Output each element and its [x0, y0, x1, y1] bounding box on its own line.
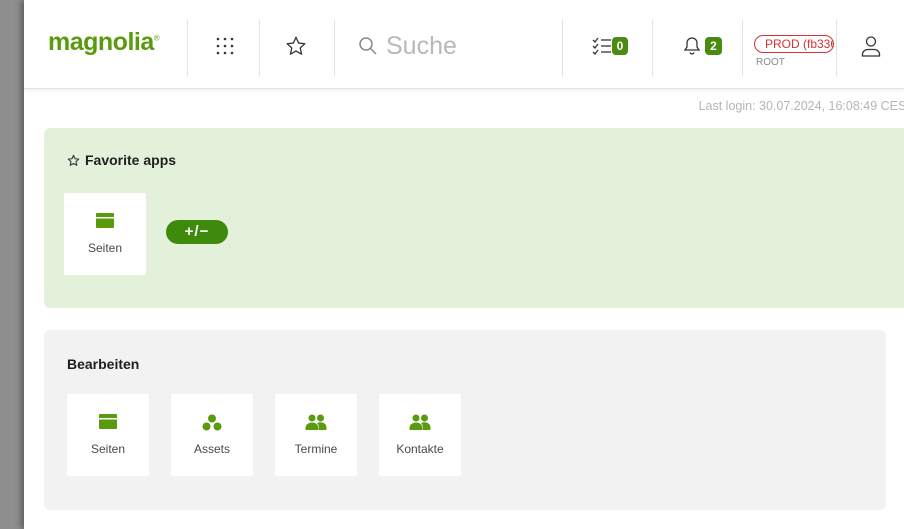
header-divider [334, 20, 335, 76]
user-icon [861, 36, 881, 57]
app-tile-label: Seiten [87, 241, 123, 255]
user-name-label: ROOT [756, 57, 785, 68]
logo-registered-mark: ® [153, 33, 160, 43]
people-icon [379, 414, 461, 434]
checklist-icon [592, 37, 611, 55]
app-launcher-button[interactable] [205, 28, 245, 64]
header-divider [652, 20, 653, 76]
search-box[interactable] [358, 28, 558, 64]
notifications-button[interactable]: 2 [674, 28, 730, 64]
bell-icon [683, 37, 701, 55]
app-tile-kontakte[interactable]: Kontakte [379, 394, 461, 476]
assets-icon [171, 414, 253, 434]
grid-icon [216, 37, 234, 55]
app-tile-termine[interactable]: Termine [275, 394, 357, 476]
tasks-count-badge: 0 [611, 37, 629, 55]
app-tile-label: Termine [294, 442, 338, 456]
header-divider [836, 20, 837, 76]
app-tile-seiten[interactable]: Seiten [67, 394, 149, 476]
star-icon [286, 36, 306, 55]
people-icon [275, 414, 357, 434]
top-header: magnolia® Suche 0 2 PROD (fb33 ROOT [24, 0, 904, 89]
header-divider [187, 20, 188, 76]
app-tile-seiten[interactable]: Seiten [64, 193, 146, 275]
header-divider [259, 20, 260, 76]
environment-label: PROD (fb3361 [754, 35, 834, 53]
logo-text: magnolia [48, 28, 154, 56]
environment-indicator[interactable]: PROD (fb3361 ROOT [754, 35, 836, 68]
app-tile-assets[interactable]: Assets [171, 394, 253, 476]
bearbeiten-heading: Bearbeiten [67, 356, 140, 372]
edit-favorites-button[interactable]: +/− [166, 220, 228, 244]
header-divider [742, 20, 743, 76]
header-divider [562, 20, 563, 76]
app-tile-label: Seiten [90, 442, 126, 456]
last-login-info: Last login: 30.07.2024, 16:08:49 CEST [698, 99, 904, 113]
favorites-button[interactable] [276, 28, 316, 64]
search-icon [359, 37, 377, 55]
notifications-count-badge: 2 [705, 37, 722, 55]
star-icon [67, 154, 80, 166]
app-window: magnolia® Suche 0 2 PROD (fb33 ROOT Last… [24, 0, 904, 529]
app-tile-label: Kontakte [396, 442, 444, 456]
favorite-apps-heading: Favorite apps [67, 152, 176, 168]
search-input[interactable] [384, 30, 548, 62]
magnolia-logo[interactable]: magnolia® [48, 28, 160, 57]
app-tile-label: Assets [193, 442, 230, 456]
tasks-button[interactable]: 0 [584, 28, 636, 64]
page-icon [67, 414, 149, 434]
page-icon [64, 213, 146, 233]
bearbeiten-group-panel: Bearbeiten Seiten Assets Termine Kontakt… [44, 330, 886, 510]
favorite-apps-panel: Favorite apps Seiten +/− [44, 128, 904, 308]
user-menu-button[interactable] [852, 28, 890, 64]
favorite-apps-title: Favorite apps [85, 152, 177, 168]
